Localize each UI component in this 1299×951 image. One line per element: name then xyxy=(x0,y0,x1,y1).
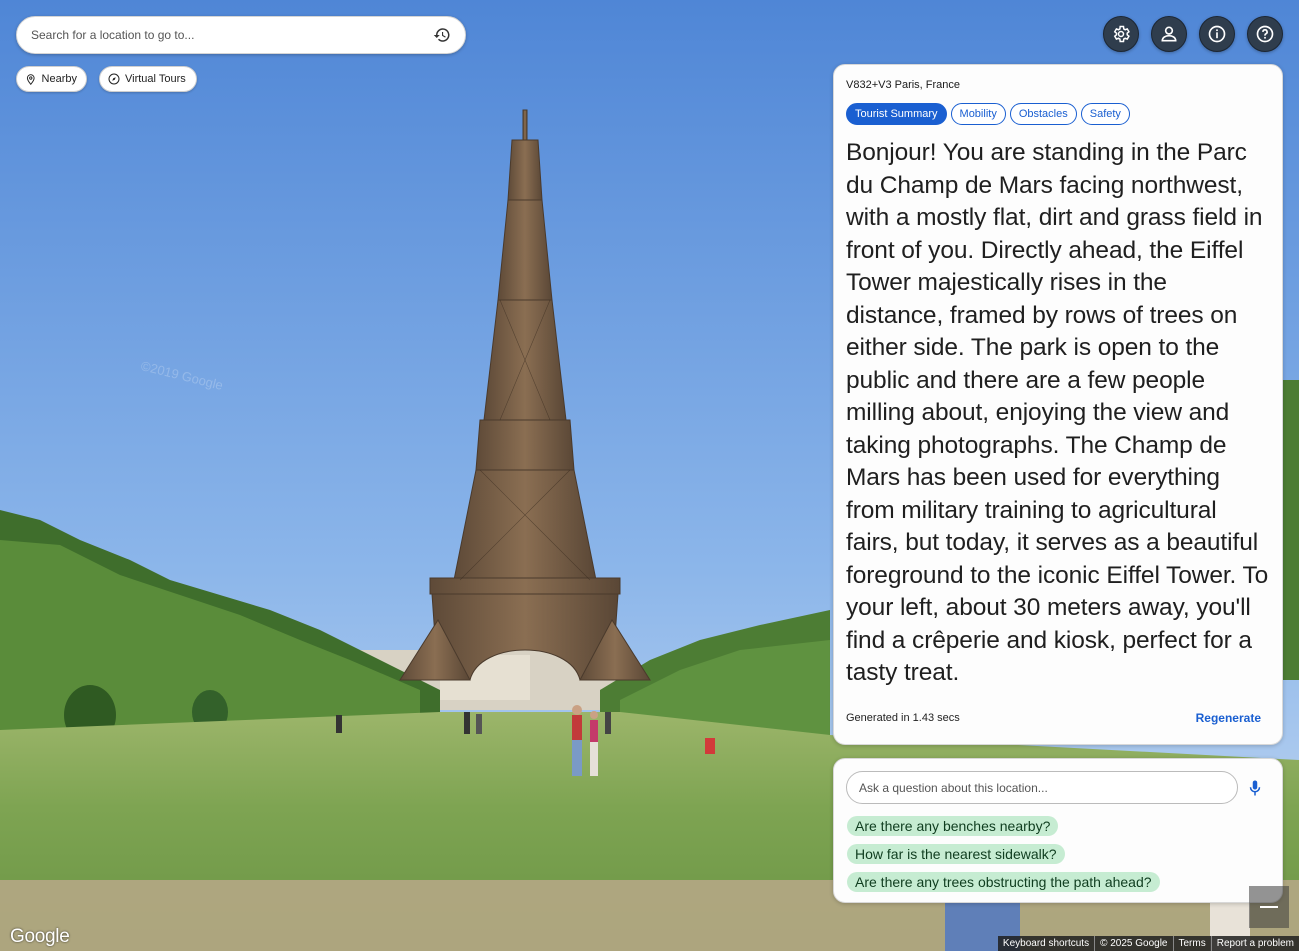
report-problem-link[interactable]: Report a problem xyxy=(1210,936,1299,951)
question-icon xyxy=(1256,25,1274,43)
location-pin-icon xyxy=(26,73,35,85)
location-address: V832+V3 Paris, France xyxy=(846,79,961,91)
history-button[interactable] xyxy=(431,24,453,46)
info-button[interactable] xyxy=(1199,16,1235,52)
history-icon xyxy=(433,28,450,42)
location-summary-panel: V832+V3 Paris, France Tourist Summary Mo… xyxy=(833,64,1283,745)
attribution-bar: Keyboard shortcuts © 2025 Google Terms R… xyxy=(997,936,1299,951)
tab-obstacles[interactable]: Obstacles xyxy=(1009,103,1077,125)
summary-tabs: Tourist Summary Mobility Obstacles Safet… xyxy=(846,103,1270,125)
summary-footer: Generated in 1.43 secs Regenerate xyxy=(846,711,1261,725)
info-icon xyxy=(1208,25,1226,43)
generation-time: Generated in 1.43 secs xyxy=(846,712,960,724)
microphone-icon xyxy=(1249,780,1261,796)
compass-icon xyxy=(108,73,120,85)
tab-safety[interactable]: Safety xyxy=(1080,103,1130,125)
settings-button[interactable] xyxy=(1103,16,1139,52)
google-logo: Google xyxy=(10,926,70,947)
account-button[interactable] xyxy=(1151,16,1187,52)
help-button[interactable] xyxy=(1247,16,1283,52)
terms-link[interactable]: Terms xyxy=(1172,936,1211,951)
nearby-label: Nearby xyxy=(41,73,77,85)
virtual-tours-label: Virtual Tours xyxy=(125,73,186,85)
nearby-chip[interactable]: Nearby xyxy=(16,66,87,92)
tab-mobility[interactable]: Mobility xyxy=(950,103,1006,125)
question-input[interactable] xyxy=(846,771,1238,804)
voice-input-button[interactable] xyxy=(1244,777,1266,799)
search-input[interactable] xyxy=(31,28,431,42)
suggested-question[interactable]: Are there any trees obstructing the path… xyxy=(847,872,1160,892)
summary-text: Bonjour! You are standing in the Parc du… xyxy=(846,139,1269,686)
question-panel: Are there any benches nearby? How far is… xyxy=(833,758,1283,903)
suggested-question[interactable]: Are there any benches nearby? xyxy=(847,816,1059,836)
regenerate-button[interactable]: Regenerate xyxy=(1196,711,1261,725)
suggested-question[interactable]: How far is the nearest sidewalk? xyxy=(847,844,1065,864)
tab-tourist-summary[interactable]: Tourist Summary xyxy=(846,103,947,125)
copyright-text: © 2025 Google xyxy=(1094,936,1172,951)
gear-icon xyxy=(1113,25,1130,43)
keyboard-shortcuts-link[interactable]: Keyboard shortcuts xyxy=(998,936,1094,951)
person-icon xyxy=(1161,26,1177,42)
zoom-out-button[interactable] xyxy=(1249,886,1289,928)
virtual-tours-chip[interactable]: Virtual Tours xyxy=(99,66,197,92)
search-bar[interactable] xyxy=(16,16,466,54)
minus-icon xyxy=(1260,906,1278,908)
